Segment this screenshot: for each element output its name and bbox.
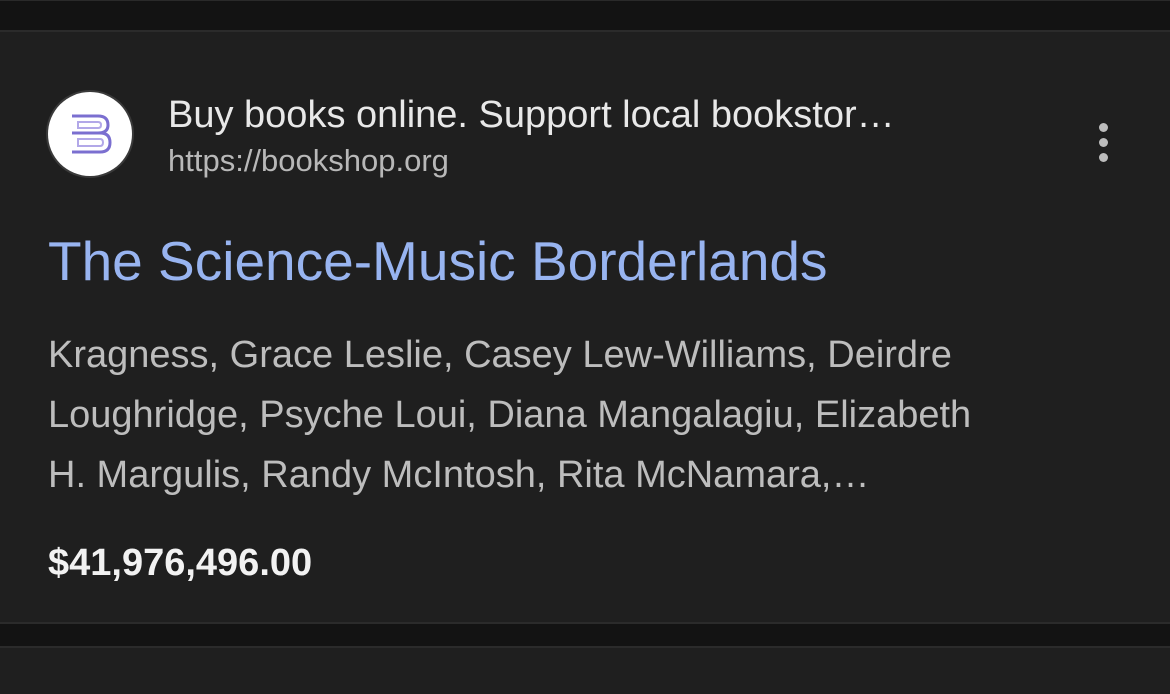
snippet-line: H. Margulis, Randy McIntosh, Rita McNama… (48, 454, 870, 496)
site-name[interactable]: Buy books online. Support local bookstor… (168, 92, 1008, 138)
site-url[interactable]: https://bookshop.org (168, 142, 449, 180)
result-snippet: Kragness, Grace Leslie, Casey Lew-Willia… (48, 325, 1088, 505)
site-favicon[interactable] (48, 92, 132, 176)
more-options-button[interactable] (1088, 120, 1120, 164)
bottom-separator (0, 624, 1170, 646)
result-title-link[interactable]: The Science-Music Borderlands (48, 228, 828, 294)
more-vertical-icon (1099, 123, 1108, 132)
next-result-card[interactable] (0, 646, 1170, 694)
price-label: $41,976,496.00 (48, 542, 313, 584)
top-separator (0, 0, 1170, 30)
search-result-card[interactable]: Buy books online. Support local bookstor… (0, 30, 1170, 624)
snippet-line: Kragness, Grace Leslie, Casey Lew-Willia… (48, 334, 952, 376)
more-vertical-icon-dot-3 (1099, 153, 1108, 162)
more-vertical-icon-dot-2 (1099, 138, 1108, 147)
snippet-line: Loughridge, Psyche Loui, Diana Mangalagi… (48, 394, 972, 436)
bookshop-b-logo-icon (72, 114, 112, 154)
